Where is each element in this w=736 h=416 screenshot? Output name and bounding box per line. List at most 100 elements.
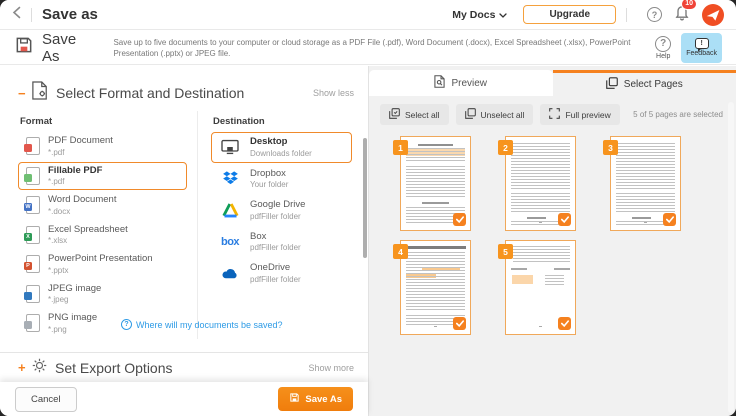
notification-badge: 10: [681, 0, 697, 10]
select-all-icon: [389, 108, 400, 121]
destination-title: Google Drive: [250, 200, 305, 210]
destination-column-label: Destination: [213, 116, 352, 127]
format-ext: *.xlsx: [48, 236, 128, 245]
destination-title: Box: [250, 232, 301, 242]
dropbox-icon: [219, 171, 241, 186]
fullscreen-icon: [549, 108, 560, 121]
select-format-section-header[interactable]: − Select Format and Destination Show les…: [0, 66, 368, 109]
format-item-word-document[interactable]: W Word Document *.docx: [18, 191, 187, 220]
left-panel-scrollbar[interactable]: [363, 138, 367, 258]
powerpoint-file-icon: P: [26, 255, 40, 273]
destination-subtitle: Downloads folder: [250, 149, 312, 158]
save-as-title: Save As: [42, 31, 95, 65]
tab-select-pages[interactable]: Select Pages: [553, 70, 736, 96]
format-column-label: Format: [20, 116, 187, 127]
format-title: PowerPoint Presentation: [48, 254, 153, 264]
floppy-disk-icon: [289, 392, 300, 406]
save-as-header: Save As Save up to five documents to you…: [0, 31, 736, 65]
destination-title: Desktop: [250, 137, 312, 147]
format-ext: *.jpeg: [48, 295, 101, 304]
page-selected-checkbox[interactable]: [453, 213, 466, 226]
account-logo-button[interactable]: [702, 4, 724, 26]
where-documents-saved-link[interactable]: ? Where will my documents be saved?: [121, 319, 283, 330]
top-bar: Save as My Docs Upgrade ? 10: [0, 0, 736, 30]
right-panel-scrollbar[interactable]: [728, 102, 734, 413]
feedback-button[interactable]: ! Feedback: [681, 33, 722, 63]
format-title: PNG image: [48, 313, 97, 323]
destination-item-box[interactable]: box Box pdfFiller folder: [211, 227, 352, 258]
gear-icon: [32, 358, 47, 378]
excel-file-icon: X: [26, 226, 40, 244]
png-file-icon: [26, 314, 40, 332]
expand-icon[interactable]: +: [18, 360, 32, 375]
set-export-options-header[interactable]: + Set Export Options Show more: [0, 352, 368, 382]
my-docs-menu[interactable]: My Docs: [452, 9, 507, 21]
format-title: Fillable PDF: [48, 166, 102, 176]
pdf-file-icon: [26, 137, 40, 155]
notifications-button[interactable]: 10: [674, 4, 690, 26]
show-less-toggle[interactable]: Show less: [313, 88, 354, 98]
help-menu-button[interactable]: ?: [647, 7, 662, 22]
page-thumbnail-2[interactable]: 2: [505, 136, 576, 231]
page-thumbnail-4[interactable]: 4: [400, 240, 471, 335]
collapse-icon[interactable]: −: [18, 86, 32, 101]
unselect-all-button[interactable]: Unselect all: [456, 104, 534, 125]
format-item-excel-spreadsheet[interactable]: X Excel Spreadsheet *.xlsx: [18, 221, 187, 250]
section-title: Set Export Options: [55, 360, 173, 376]
page-title: Save as: [42, 6, 98, 23]
page-number-badge: 3: [603, 140, 618, 155]
pages-selected-status: 5 of 5 pages are selected: [633, 110, 728, 119]
upgrade-button[interactable]: Upgrade: [523, 5, 616, 24]
destination-item-desktop[interactable]: Desktop Downloads folder: [211, 132, 352, 163]
speech-bubble-icon: !: [695, 38, 709, 49]
format-ext: *.docx: [48, 207, 116, 216]
question-circle-icon: ?: [647, 7, 662, 22]
format-item-pdf-document[interactable]: PDF Document *.pdf: [18, 132, 187, 161]
full-preview-button[interactable]: Full preview: [540, 104, 619, 125]
onedrive-icon: [219, 267, 241, 279]
format-item-fillable-pdf[interactable]: Fillable PDF *.pdf: [18, 162, 187, 191]
destination-item-dropbox[interactable]: Dropbox Your folder: [211, 164, 352, 195]
page-selected-checkbox[interactable]: [558, 317, 571, 330]
save-as-description: Save up to five documents to your comput…: [113, 37, 655, 59]
back-button[interactable]: [12, 6, 21, 24]
show-more-toggle[interactable]: Show more: [308, 363, 354, 373]
page-selected-checkbox[interactable]: [663, 213, 676, 226]
cancel-button[interactable]: Cancel: [15, 387, 77, 412]
box-icon: box: [219, 236, 241, 248]
pages-toolbar: Select all Unselect all Full preview 5 o…: [369, 96, 736, 125]
destination-subtitle: pdfFiller folder: [250, 243, 301, 252]
format-title: JPEG image: [48, 284, 101, 294]
help-button[interactable]: ? Help: [655, 36, 671, 60]
pages-copy-icon: [606, 77, 618, 92]
destination-item-google-drive[interactable]: Google Drive pdfFiller folder: [211, 195, 352, 226]
document-magnifier-icon: [434, 75, 445, 91]
destination-item-onedrive[interactable]: OneDrive pdfFiller folder: [211, 258, 352, 289]
desktop-icon: [219, 139, 241, 155]
destination-title: OneDrive: [250, 263, 301, 273]
page-selected-checkbox[interactable]: [558, 213, 571, 226]
format-destination-columns: Format PDF Document *.pdf Fillable PDF *…: [0, 111, 368, 339]
destination-title: Dropbox: [250, 169, 288, 179]
page-thumbnail-3[interactable]: 3: [610, 136, 681, 231]
save-as-button[interactable]: Save As: [278, 387, 353, 411]
tab-preview[interactable]: Preview: [369, 70, 553, 96]
format-item-powerpoint[interactable]: P PowerPoint Presentation *.pptx: [18, 250, 187, 279]
select-all-button[interactable]: Select all: [380, 104, 449, 125]
pages-tabs: Preview Select Pages: [369, 70, 736, 96]
format-ext: *.pptx: [48, 266, 153, 275]
format-ext: *.pdf: [48, 148, 113, 157]
page-number-badge: 1: [393, 140, 408, 155]
page-selected-checkbox[interactable]: [453, 317, 466, 330]
format-ext: *.png: [48, 325, 97, 334]
page-thumbnails-grid: 1 2: [400, 136, 681, 335]
divider: [31, 8, 32, 22]
format-item-jpeg-image[interactable]: JPEG image *.jpeg: [18, 280, 187, 309]
document-gear-icon: [32, 81, 48, 105]
jpeg-file-icon: [26, 285, 40, 303]
format-column: Format PDF Document *.pdf Fillable PDF *…: [18, 111, 198, 339]
page-thumbnail-5[interactable]: 5: [505, 240, 576, 335]
page-number-badge: 2: [498, 140, 513, 155]
divider: [626, 8, 627, 22]
page-thumbnail-1[interactable]: 1: [400, 136, 471, 231]
